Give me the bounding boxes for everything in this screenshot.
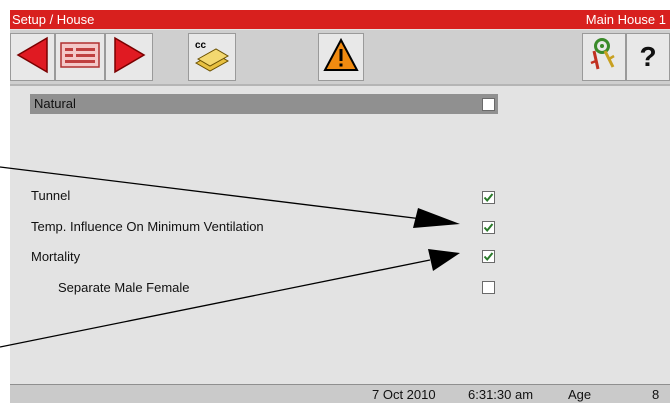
callout-line-temp-influence — [0, 166, 431, 221]
callout-arrows — [0, 166, 460, 348]
callout-line-mortality — [0, 259, 431, 348]
callout-arrowhead-mortality — [428, 249, 460, 271]
callout-arrowhead-temp-influence — [413, 208, 460, 228]
